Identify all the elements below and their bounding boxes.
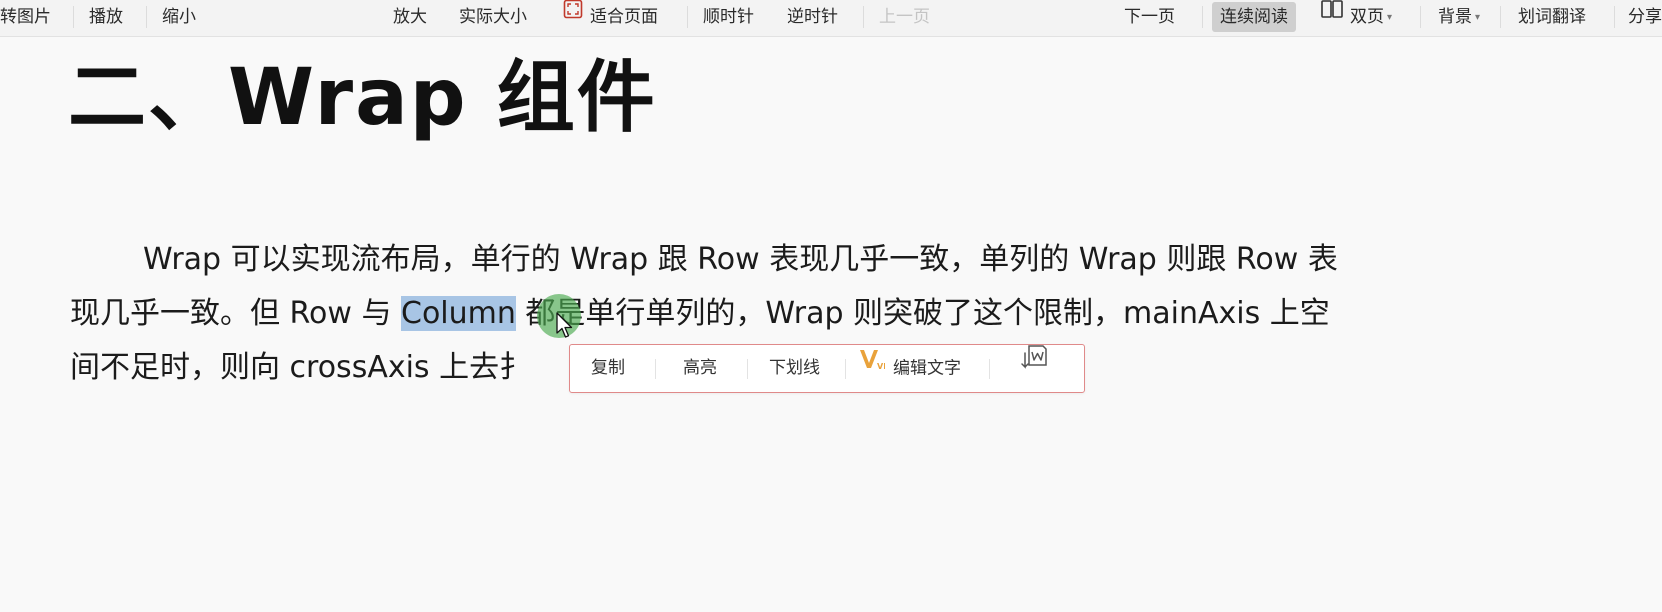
context-divider [747, 359, 748, 379]
toolbar-divider [863, 6, 864, 28]
fit-page-icon [562, 0, 584, 32]
word-translate-button[interactable]: 划词翻译 [1518, 0, 1586, 34]
double-page-icon [1320, 0, 1344, 32]
context-divider [989, 359, 990, 379]
actual-size-button[interactable]: 实际大小 [459, 0, 527, 34]
continuous-reading-button[interactable]: 连续阅读 [1212, 2, 1296, 32]
background-button[interactable]: 背景 ▾ [1438, 0, 1480, 34]
previous-page-button[interactable]: 上一页 [879, 0, 930, 34]
zoom-out-button[interactable]: 缩小 [162, 0, 196, 34]
context-divider [845, 359, 846, 379]
svg-text:VIP: VIP [877, 362, 885, 371]
toolbar-divider [1420, 6, 1421, 28]
rotate-clockwise-button[interactable]: 顺时针 [703, 0, 754, 34]
toolbar-divider [1500, 6, 1501, 28]
paragraph-text: 都是单行单列的，Wrap 则突破了这个限制，mainAxis 上空 [515, 296, 1330, 331]
background-label: 背景 [1438, 7, 1472, 27]
share-button[interactable]: 分享 [1628, 0, 1662, 34]
highlight-button[interactable]: 高亮 [683, 345, 717, 392]
double-page-button[interactable]: 双页 ▾ [1320, 0, 1392, 34]
play-button[interactable]: 播放 [89, 0, 123, 34]
underline-button[interactable]: 下划线 [769, 345, 820, 392]
selected-text[interactable]: Column [401, 296, 516, 331]
selection-context-toolbar: 复制 高亮 下划线 VIP 编辑文字 [569, 344, 1085, 393]
mouse-pointer-icon [556, 312, 576, 344]
copy-button[interactable]: 复制 [591, 345, 625, 392]
extract-text-icon [1019, 343, 1049, 390]
paragraph-line-1: Wrap 可以实现流布局，单行的 Wrap 跟 Row 表现几乎一致，单列的 W… [143, 242, 1338, 277]
next-page-button[interactable]: 下一页 [1124, 0, 1175, 34]
chevron-down-icon: ▾ [1475, 12, 1481, 23]
toolbar-divider [146, 6, 147, 28]
edit-text-label: 编辑文字 [893, 358, 961, 379]
viewer-toolbar: 转图片 播放 缩小 放大 实际大小 适合页面 顺时针 逆时针 上一页 下一页 连… [0, 0, 1662, 37]
edit-text-button[interactable]: VIP 编辑文字 [859, 345, 961, 392]
vip-icon: VIP [859, 343, 892, 390]
context-divider [655, 359, 656, 379]
zoom-in-button[interactable]: 放大 [393, 0, 427, 34]
toolbar-divider [73, 6, 74, 28]
double-page-label: 双页 [1350, 7, 1384, 27]
extract-text-button[interactable] [1019, 345, 1049, 392]
fit-page-label: 适合页面 [590, 7, 658, 27]
toolbar-divider [1202, 6, 1203, 28]
paragraph-text: 现几乎一致。但 Row 与 [70, 296, 401, 331]
fit-page-button[interactable]: 适合页面 [562, 0, 658, 34]
toolbar-divider [687, 6, 688, 28]
rotate-counterclockwise-button[interactable]: 逆时针 [787, 0, 838, 34]
chevron-down-icon: ▾ [1387, 12, 1393, 23]
to-image-button[interactable]: 转图片 [0, 0, 51, 34]
paragraph-line-2: 现几乎一致。但 Row 与 Column 都是单行单列的，Wrap 则突破了这个… [70, 294, 1528, 334]
section-heading: 二、Wrap 组件 [68, 53, 657, 143]
toolbar-divider [1614, 6, 1615, 28]
